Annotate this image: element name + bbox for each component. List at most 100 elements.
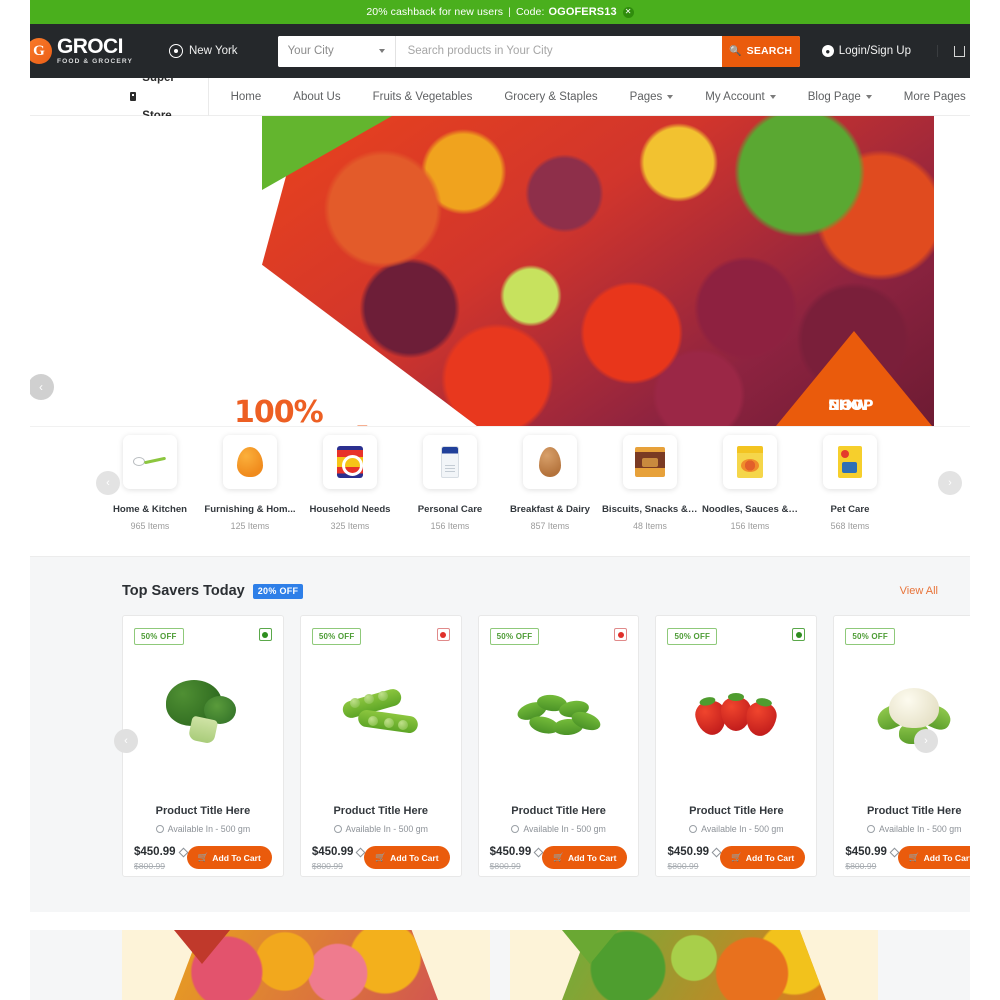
nav-superstore[interactable]: Super Store xyxy=(26,72,209,122)
noodles-pack-icon xyxy=(723,435,777,489)
header-actions: ● Login/Sign Up xyxy=(821,37,974,65)
products-prev-button[interactable]: ‹ xyxy=(114,729,138,753)
category-count: 48 Items xyxy=(633,521,667,531)
product-old-price: $800.99 xyxy=(134,860,166,871)
add-to-cart-button[interactable]: 🛒 Add To Cart xyxy=(720,846,806,869)
search-icon: 🔍 xyxy=(728,45,742,57)
nav-item-about-us[interactable]: About Us xyxy=(277,91,356,103)
category-item-pet-care[interactable]: Pet Care 568 Items xyxy=(800,435,900,531)
product-card[interactable]: 50% OFF Product Title Here Available In … xyxy=(655,615,818,877)
category-count: 568 Items xyxy=(830,521,870,531)
add-to-cart-label: Add To Cart xyxy=(567,852,617,863)
product-old-price: $800.99 xyxy=(667,860,699,871)
view-all-link[interactable]: View All xyxy=(900,585,938,597)
cart-icon: 🛒 xyxy=(908,852,920,862)
nav-item-pages[interactable]: Pages xyxy=(614,91,690,103)
grid-icon xyxy=(130,92,137,101)
cart-icon: 🛒 xyxy=(375,852,387,862)
category-count: 125 Items xyxy=(230,521,270,531)
city-select-value: Your City xyxy=(287,45,334,57)
nav-item-blog-page[interactable]: Blog Page xyxy=(792,91,888,103)
category-count: 156 Items xyxy=(730,521,770,531)
category-item-biscuits-snacks[interactable]: Biscuits, Snacks & ... 48 Items xyxy=(600,435,700,531)
promo-banner: 20% cashback for new users | Code: OGOFE… xyxy=(0,0,1000,24)
nav-item-home[interactable]: Home xyxy=(215,91,278,103)
discount-badge: 20% OFF xyxy=(252,583,304,599)
citrus-fruits-banner[interactable] xyxy=(122,930,490,1000)
category-next-button[interactable]: › xyxy=(938,471,962,495)
nav-item-fruits-vegetables[interactable]: Fruits & Vegetables xyxy=(357,91,489,103)
product-discount-badge: 50% OFF xyxy=(489,628,540,645)
promo-banners-row xyxy=(0,930,1000,1000)
nav-item-label: Blog Page xyxy=(807,90,861,103)
city-select[interactable]: Your City xyxy=(277,35,396,67)
pet-food-icon xyxy=(823,435,877,489)
product-price: $450.99 xyxy=(312,846,366,859)
category-name: Biscuits, Snacks & ... xyxy=(602,504,699,515)
add-to-cart-label: Add To Cart xyxy=(212,852,261,863)
chevron-down-icon xyxy=(865,94,872,99)
product-image-green-peas xyxy=(312,659,450,771)
add-to-cart-button[interactable]: 🛒 Add To Cart xyxy=(542,846,628,869)
product-price: $450.99 xyxy=(845,846,900,859)
add-to-cart-button[interactable]: 🛒 Add To Cart xyxy=(186,846,272,869)
category-item-breakfast-dairy[interactable]: Breakfast & Dairy 857 Items xyxy=(500,435,600,531)
nav-item-label: Home xyxy=(230,90,262,103)
nonveg-indicator-icon xyxy=(614,628,628,641)
left-gutter xyxy=(0,0,30,1000)
category-count: 325 Items xyxy=(330,521,370,531)
product-availability: Available In - 500 gm xyxy=(312,824,450,834)
promo-text: 20% cashback for new users xyxy=(366,6,504,18)
nav-item-grocery-staples[interactable]: Grocery & Staples xyxy=(488,91,613,103)
nav-item-my-account[interactable]: My Account xyxy=(689,91,791,103)
search-button[interactable]: 🔍 SEARCH xyxy=(721,35,800,67)
product-availability: Available In - 500 gm xyxy=(667,824,805,834)
product-discount-badge: 50% OFF xyxy=(845,628,895,645)
category-item-noodles-sauces[interactable]: Noodles, Sauces & ... 156 Items xyxy=(700,435,800,531)
product-discount-badge: 50% OFF xyxy=(134,628,184,645)
add-to-cart-button[interactable]: 🛒 Add To Cart xyxy=(364,846,450,869)
product-price: $450.99 xyxy=(134,846,189,859)
promo-code: OGOFERS13 xyxy=(548,6,617,18)
product-image-broccoli xyxy=(134,659,272,771)
category-item-household-needs[interactable]: Household Needs 325 Items xyxy=(300,435,400,531)
product-discount-badge: 50% OFF xyxy=(311,628,362,645)
products-next-button[interactable]: › xyxy=(914,729,938,753)
site-logo[interactable]: G GROCI FOOD & GROCERY xyxy=(26,36,133,66)
spoon-icon xyxy=(123,435,177,489)
search-button-label: SEARCH xyxy=(746,45,793,57)
fresh-vegetables-banner[interactable] xyxy=(510,930,878,1000)
search-input[interactable] xyxy=(395,35,722,67)
chevron-down-icon xyxy=(769,94,776,99)
site-header: G GROCI FOOD & GROCERY New York Your Cit… xyxy=(0,24,1000,78)
product-card[interactable]: 50% OFF Product Title Here Available In … xyxy=(477,615,640,877)
location-selector[interactable]: New York xyxy=(168,44,238,58)
category-item-personal-care[interactable]: Personal Care 156 Items xyxy=(400,435,500,531)
cart-icon: 🛒 xyxy=(731,852,742,862)
category-item-furnishing-home[interactable]: Furnishing & Hom... 125 Items xyxy=(200,435,300,531)
nav-item-label: Fruits & Vegetables xyxy=(372,90,473,103)
clock-icon xyxy=(511,825,520,833)
product-title: Product Title Here xyxy=(333,805,429,817)
product-image-strawberries xyxy=(667,659,805,771)
location-name: New York xyxy=(188,45,238,57)
close-icon[interactable]: ✕ xyxy=(622,6,634,18)
product-title: Product Title Here xyxy=(155,805,251,817)
nav-item-label: More Pages xyxy=(903,90,966,103)
product-card[interactable]: 50% OFF Product Title Here Available In … xyxy=(299,615,462,877)
category-name: Breakfast & Dairy xyxy=(510,504,590,515)
top-savers-section: Top Savers Today 20% OFF View All 50% OF… xyxy=(0,556,1000,912)
product-title: Product Title Here xyxy=(511,805,606,817)
login-signup-button[interactable]: ● Login/Sign Up xyxy=(821,45,938,57)
chevron-down-icon xyxy=(667,94,674,99)
product-card[interactable]: 50% OFF Product Title Here Available In … xyxy=(122,615,284,877)
category-prev-button[interactable]: ‹ xyxy=(96,471,120,495)
product-image-cauliflower xyxy=(845,659,983,771)
product-title: Product Title Here xyxy=(866,805,962,817)
product-title: Product Title Here xyxy=(689,805,784,817)
promo-separator: | xyxy=(508,6,511,18)
search-bar: Your City 🔍 SEARCH xyxy=(277,35,800,67)
hero-prev-button[interactable]: ‹ xyxy=(28,374,54,400)
cart-icon: 🛒 xyxy=(553,852,564,862)
logo-tagline: FOOD & GROCERY xyxy=(57,58,133,66)
